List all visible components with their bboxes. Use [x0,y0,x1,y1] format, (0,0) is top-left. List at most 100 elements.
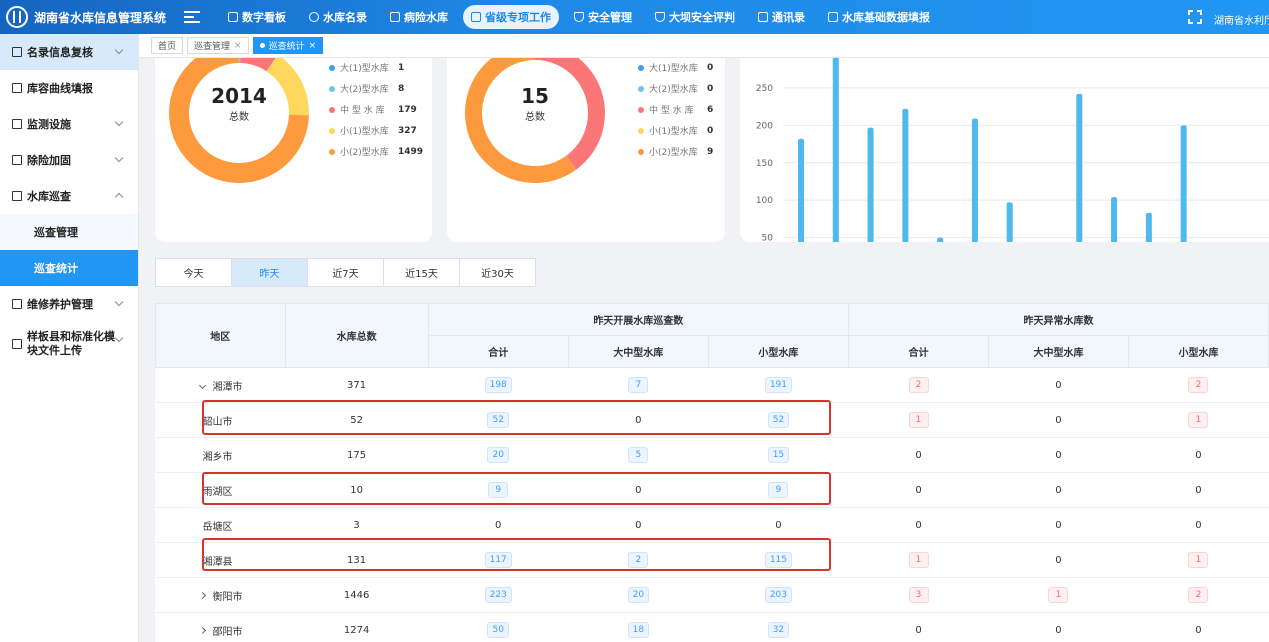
bar[interactable] [867,127,874,242]
bar[interactable] [1145,212,1152,242]
nav-item-basic-data[interactable]: 水库基础数据填报 [820,5,938,29]
legend-label: 小(2)型水库 [649,148,698,158]
c1-cell[interactable]: 198 [428,367,569,403]
count-badge[interactable]: 1 [1188,552,1209,568]
sidebar-item-monitoring[interactable]: 监测设施 [0,106,138,142]
expand-right-icon[interactable] [198,591,206,599]
count-badge[interactable]: 198 [484,377,512,393]
sidebar-item-reinforcement[interactable]: 除险加固 [0,142,138,178]
c3-cell[interactable]: 15 [708,437,849,473]
total-cell: 1274 [285,612,429,642]
a1-cell[interactable]: 3 [848,577,989,613]
a3-cell[interactable]: 1 [1128,402,1269,438]
nav-item-reservoir-list[interactable]: 水库名录 [301,5,375,29]
count-badge[interactable]: 20 [627,587,650,603]
a1-cell[interactable]: 2 [848,367,989,403]
count-badge[interactable]: 1 [908,552,929,568]
region-cell[interactable]: 湘潭市 [155,367,286,403]
total-cell: 1446 [285,577,429,613]
nav-item-dam-safety[interactable]: 大坝安全评判 [647,5,743,29]
c1-cell[interactable]: 50 [428,612,569,642]
period-today-button[interactable]: 今天 [155,258,232,287]
sidebar-item-maintenance[interactable]: 维修养护管理 [0,286,138,322]
nav-item-contacts[interactable]: 通讯录 [750,5,813,29]
count-badge[interactable]: 50 [487,622,509,638]
region-cell[interactable]: 衡阳市 [155,577,286,613]
region-name: 衡阳市 [212,591,243,603]
count-badge[interactable]: 15 [767,447,790,463]
region-cell[interactable]: 邵阳市 [155,612,286,642]
count-badge[interactable]: 1 [908,412,929,428]
tab-patrol-management[interactable]: 巡查管理 × [187,37,249,54]
legend-item: 中 型 水 库 6 [638,99,713,120]
nav-item-provincial-special[interactable]: 省级专项工作 [463,5,560,29]
bar[interactable] [1111,197,1118,242]
expand-down-icon[interactable] [198,381,206,389]
legend-item: 大(1)型水库 0 [638,58,713,78]
tab-patrol-statistics[interactable]: 巡查统计 × [252,37,324,54]
nav-item-safety-management[interactable]: 安全管理 [566,5,640,29]
count-badge[interactable]: 2 [1188,587,1209,603]
tab-label: 巡查管理 [194,42,231,52]
count-badge[interactable]: 32 [767,622,790,638]
count-badge[interactable]: 18 [627,622,650,638]
close-icon[interactable]: × [234,41,242,51]
count-badge[interactable]: 2 [1188,377,1209,393]
bar[interactable] [937,237,944,242]
sidebar-item-patrol-management[interactable]: 巡查管理 [0,214,138,250]
bar[interactable] [1180,125,1187,242]
a3-cell[interactable]: 2 [1128,577,1269,613]
c1-cell[interactable]: 20 [428,437,569,473]
fullscreen-icon[interactable] [1188,10,1202,24]
a1-cell[interactable]: 1 [848,542,989,578]
count-badge[interactable]: 203 [764,587,793,603]
period-15days-button[interactable]: 近15天 [383,258,460,287]
nav-item-dangerous-reservoir[interactable]: 病险水库 [382,5,456,29]
bar[interactable] [1076,93,1083,242]
sidebar-item-capacity-curve[interactable]: 库容曲线填报 [0,70,138,106]
bar[interactable] [902,108,909,242]
c3-cell[interactable]: 32 [708,612,849,642]
sidebar-item-patrol-statistics[interactable]: 巡查统计 [0,250,138,286]
count-badge[interactable]: 1 [1048,587,1069,603]
period-yesterday-button[interactable]: 昨天 [231,258,308,287]
sidebar-item-patrol[interactable]: 水库巡查 [0,178,138,214]
count-badge[interactable]: 2 [908,377,929,393]
nav-item-label: 安全管理 [588,11,633,24]
close-icon[interactable]: × [309,41,317,51]
c3-cell[interactable]: 191 [708,367,849,403]
a3-cell[interactable]: 1 [1128,542,1269,578]
sidebar-item-sample-county-upload[interactable]: 样板县和标准化模块文件上传 [0,322,138,366]
sidebar-item-directory-review[interactable]: 名录信息复核 [0,34,138,70]
menu-toggle-icon[interactable] [184,11,201,23]
c1-cell[interactable]: 223 [428,577,569,613]
bar[interactable] [1006,202,1013,242]
bar[interactable] [971,118,978,242]
bar[interactable] [798,138,804,242]
sidebar-item-label: 巡查统计 [34,262,78,275]
count-badge[interactable]: 20 [487,447,509,463]
period-7days-button[interactable]: 近7天 [307,258,384,287]
expand-right-icon[interactable] [198,626,206,634]
c2-cell[interactable]: 20 [568,577,709,613]
c3-cell[interactable]: 203 [708,577,849,613]
count-badge[interactable]: 5 [628,447,649,463]
nav-item-digital-board[interactable]: 数字看板 [220,5,294,29]
c2-cell[interactable]: 5 [568,437,709,473]
count-badge[interactable]: 223 [484,587,512,603]
tab-home[interactable]: 首页 [151,37,184,54]
period-30days-button[interactable]: 近30天 [459,258,536,287]
count-badge[interactable]: 7 [628,377,649,393]
count-badge[interactable]: 1 [1188,412,1209,428]
a2-cell[interactable]: 1 [988,577,1129,613]
count-badge[interactable]: 3 [908,587,929,603]
a1-cell[interactable]: 1 [848,402,989,438]
bar[interactable] [832,58,839,242]
c2-cell[interactable]: 18 [568,612,709,642]
user-org[interactable]: 湖南省水利厅 [1214,12,1269,27]
header-patrol-sum: 合计 [427,335,569,368]
a3-cell[interactable]: 2 [1128,367,1269,403]
c2-cell[interactable]: 7 [568,367,709,403]
region-name: 邵阳市 [212,626,243,638]
count-badge[interactable]: 191 [764,377,793,393]
